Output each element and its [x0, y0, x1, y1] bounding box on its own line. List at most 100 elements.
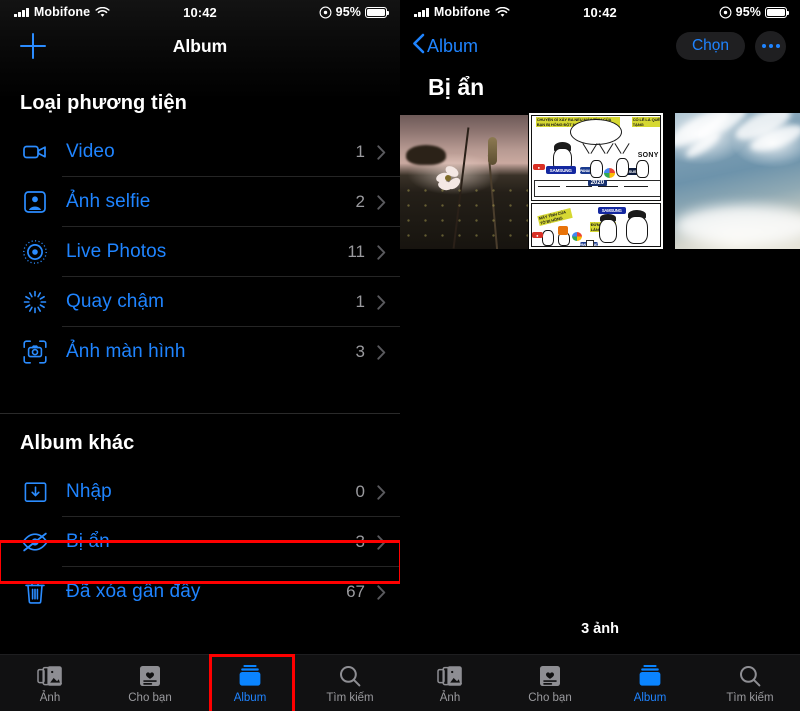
chevron-left-icon [412, 33, 425, 59]
list-item-label: Quay chậm [66, 291, 165, 312]
list-item-label: Bị ẩn [66, 531, 110, 552]
list-item-label: Ảnh selfie [66, 191, 151, 212]
import-download-icon [20, 477, 50, 507]
list-item-label: Đã xóa gần đây [66, 581, 201, 602]
tab-photos[interactable]: Ảnh [0, 663, 100, 704]
wifi-icon [495, 6, 510, 17]
photo-image: CHUYỆN GÌ XẢY RA NẾU MÁY TÍNH CỦA BẠN BỊ… [528, 113, 664, 249]
list-item-screenshots[interactable]: Ảnh màn hình 3 [0, 327, 400, 377]
status-bar-right-group: 95% [719, 5, 790, 19]
status-bar-right: Mobifone 10:42 95% [400, 0, 800, 24]
plus-icon[interactable] [20, 33, 46, 59]
comic-panel-bottom: MÁY TÍNH CỦA TỚ BỊ HỎNG ĐỪNG LO LẮNG NHÉ… [530, 203, 662, 247]
wifi-icon [95, 6, 110, 17]
trash-icon [20, 577, 50, 607]
list-item-import[interactable]: Nhập 0 [0, 467, 400, 517]
tab-label: Tìm kiếm [326, 691, 374, 704]
right-panel-hidden-album: Mobifone 10:42 95% Album Chọn Bị ẩn CHUY… [400, 0, 800, 711]
back-button-label: Album [427, 35, 479, 56]
status-bar-right-group: 95% [319, 5, 390, 19]
photo-count-label: 3 ảnh [581, 621, 619, 637]
battery-icon [365, 6, 390, 18]
rotation-lock-icon [719, 6, 732, 18]
eye-slash-hidden-icon [20, 527, 50, 557]
list-item-selfies[interactable]: Ảnh selfie 2 [0, 177, 400, 227]
chevron-right-icon [377, 344, 386, 360]
status-bar-left-group: Mobifone [414, 5, 510, 19]
list-item-live-photos[interactable]: Live Photos 11 [0, 227, 400, 277]
tab-albums[interactable]: Album [200, 663, 300, 704]
tab-for-you[interactable]: Cho bạn [100, 663, 200, 704]
tab-search[interactable]: Tìm kiếm [300, 663, 400, 704]
carrier-label: Mobifone [33, 5, 91, 19]
rotation-lock-icon [319, 6, 332, 18]
photo-flower-field-dusk[interactable] [400, 115, 528, 249]
list-item-count: 2 [355, 192, 365, 211]
album-title: Bị ẩn [428, 74, 485, 100]
chevron-right-icon [377, 294, 386, 310]
search-magnifier-icon [738, 663, 762, 689]
cellular-bars-icon [14, 7, 29, 17]
photo-comic-meme-brands[interactable]: CHUYỆN GÌ XẢY RA NẾU MÁY TÍNH CỦA BẠN BỊ… [528, 113, 664, 249]
list-item-label: Video [66, 141, 115, 162]
tab-label: Tìm kiếm [726, 691, 774, 704]
battery-percent-label: 95% [335, 5, 361, 19]
status-bar-left: Mobifone 10:42 95% [0, 0, 400, 24]
section-other-albums: Album khác Nhập 0 Bị ẩn 3 Đã xóa gần đây… [0, 432, 400, 617]
list-item-slow-motion[interactable]: Quay chậm 1 [0, 277, 400, 327]
battery-icon [765, 6, 790, 18]
photo-detail [434, 163, 463, 193]
chevron-right-icon [377, 244, 386, 260]
chevron-right-icon [377, 584, 386, 600]
photo-detail [400, 183, 528, 249]
chevron-right-icon [377, 534, 386, 550]
section-header-media-types: Loại phương tiện [20, 92, 187, 114]
tab-label: Cho bạn [128, 691, 172, 704]
list-item-label: Ảnh màn hình [66, 341, 186, 362]
tab-search[interactable]: Tìm kiếm [700, 663, 800, 704]
list-item-count: 0 [355, 482, 365, 501]
search-magnifier-icon [338, 663, 362, 689]
tab-label: Cho bạn [528, 691, 572, 704]
tab-bar-right: Ảnh Cho bạn Album Tìm kiếm [400, 654, 800, 711]
media-types-list: Video 1 Ảnh selfie 2 Live Photos 11 Quay… [0, 127, 400, 377]
screenshot-icon [20, 337, 50, 367]
list-item-hidden[interactable]: Bị ẩn 3 [0, 517, 400, 567]
ellipsis-icon[interactable] [755, 30, 786, 62]
chevron-right-icon [377, 484, 386, 500]
albums-folder-icon [237, 663, 263, 689]
chevron-right-icon [377, 194, 386, 210]
cellular-bars-icon [414, 7, 429, 17]
battery-percent-label: 95% [735, 5, 761, 19]
section-divider [0, 413, 400, 414]
list-item-count: 3 [355, 532, 365, 551]
photo-sky-clouds[interactable] [675, 113, 800, 249]
photo-detail [406, 145, 446, 165]
list-item-count: 67 [346, 582, 365, 601]
list-item-count: 3 [355, 342, 365, 361]
tab-bar-left: Ảnh Cho bạn Album Tìm kiếm [0, 654, 400, 711]
select-button[interactable]: Chọn [675, 32, 745, 60]
albums-folder-icon [637, 663, 663, 689]
comic-panel-top: CHUYỆN GÌ XẢY RA NẾU MÁY TÍNH CỦA BẠN BỊ… [530, 115, 662, 201]
slow-motion-icon [20, 287, 50, 317]
list-item-count: 11 [347, 242, 365, 261]
list-item-count: 1 [355, 292, 365, 311]
list-item-recently-deleted[interactable]: Đã xóa gần đây 67 [0, 567, 400, 617]
for-you-heart-icon [539, 663, 561, 689]
selfie-person-icon [20, 187, 50, 217]
list-item-label: Nhập [66, 481, 112, 502]
dual-screenshot-comparison: Mobifone 10:42 95% Album Loại phương tiệ… [0, 0, 800, 711]
tab-for-you[interactable]: Cho bạn [500, 663, 600, 704]
list-item-video[interactable]: Video 1 [0, 127, 400, 177]
nav-bar-left: Album [0, 24, 400, 68]
photo-grid: CHUYỆN GÌ XẢY RA NẾU MÁY TÍNH CỦA BẠN BỊ… [400, 113, 800, 249]
for-you-heart-icon [139, 663, 161, 689]
back-button[interactable]: Album [412, 33, 478, 59]
tab-albums[interactable]: Album [600, 663, 700, 704]
video-camera-icon [20, 137, 50, 167]
left-panel-albums-list: Mobifone 10:42 95% Album Loại phương tiệ… [0, 0, 400, 711]
carrier-label: Mobifone [433, 5, 491, 19]
tab-photos[interactable]: Ảnh [400, 663, 500, 704]
photos-stack-icon [37, 663, 63, 689]
